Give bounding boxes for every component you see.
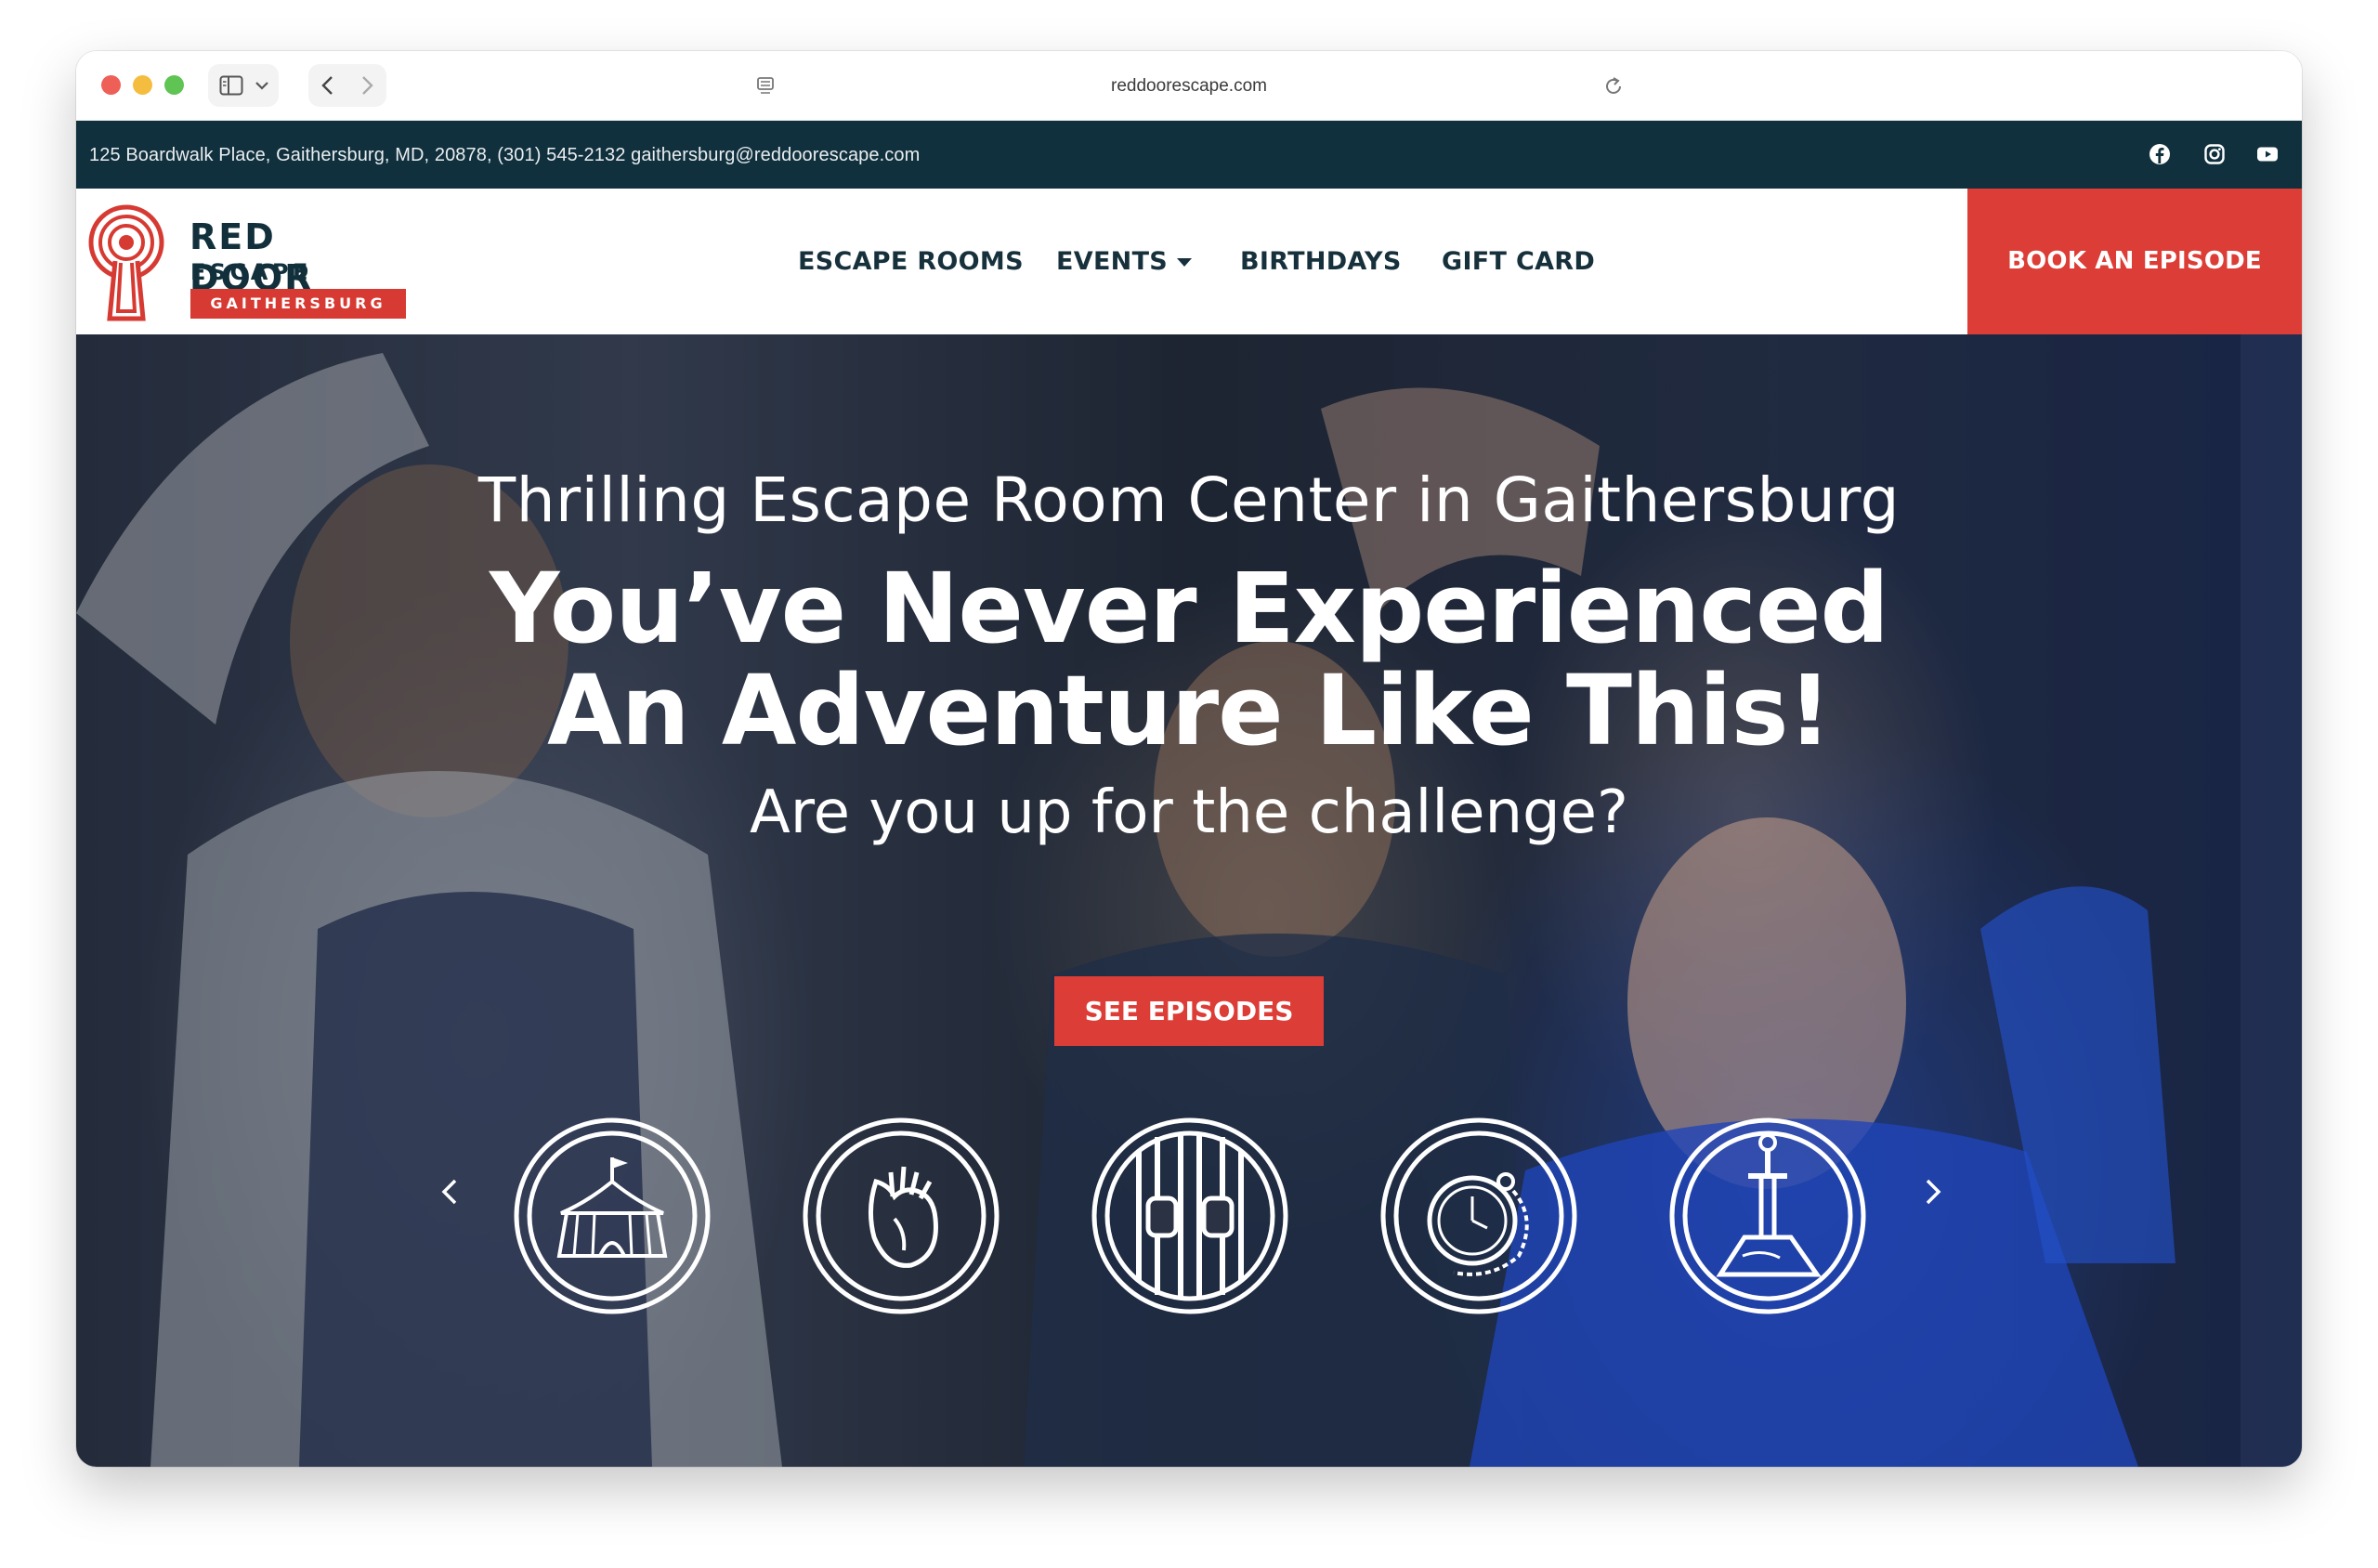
nav-events[interactable]: EVENTS: [1056, 247, 1193, 276]
youtube-icon[interactable]: [2256, 143, 2279, 165]
browser-window: reddoorescape.com 125 Boardwalk Place, G…: [76, 51, 2302, 1467]
sword-in-stone-icon[interactable]: [1668, 1117, 1867, 1315]
hero-kicker: Thrilling Escape Room Center in Gaithers…: [477, 464, 1901, 536]
hero-subline: Are you up for the challenge?: [749, 778, 1629, 847]
logo-location-badge: GAITHERSBURG: [190, 289, 406, 319]
minimize-window-button[interactable]: [133, 75, 152, 95]
chevron-down-icon: [255, 82, 268, 90]
nav-events-label: EVENTS: [1056, 247, 1169, 276]
sidebar-toggle-button[interactable]: [208, 64, 279, 107]
anatomical-heart-icon[interactable]: [802, 1117, 1000, 1315]
hero-headline-line-1: You’ve Never Experienced: [490, 552, 1889, 665]
close-window-button[interactable]: [101, 75, 121, 95]
hero-headline: You’ve Never Experienced An Adventure Li…: [76, 557, 2302, 762]
hero-section: Thrilling Escape Room Center in Gaithers…: [76, 334, 2302, 1467]
instagram-icon[interactable]: [2203, 143, 2226, 165]
zoom-window-button[interactable]: [164, 75, 184, 95]
screen: reddoorescape.com 125 Boardwalk Place, G…: [0, 0, 2378, 1568]
url-text: reddoorescape.com: [1111, 76, 1267, 96]
pocket-watch-icon[interactable]: [1379, 1117, 1578, 1315]
carousel-next-arrow-icon[interactable]: [1914, 1173, 1951, 1210]
reload-icon[interactable]: [1603, 75, 1624, 98]
carousel-prev-arrow-icon[interactable]: [432, 1173, 469, 1210]
keyhole-door-logo-icon: [88, 204, 164, 321]
contact-info: 125 Boardwalk Place, Gaithersburg, MD, 2…: [89, 145, 921, 165]
forward-arrow-icon[interactable]: [359, 74, 375, 97]
back-arrow-icon[interactable]: [320, 74, 336, 97]
hero-headline-line-2: An Adventure Like This!: [547, 654, 1832, 767]
nav-gift-card[interactable]: GIFT CARD: [1442, 247, 1595, 276]
nav-birthdays[interactable]: BIRTHDAYS: [1240, 247, 1402, 276]
browser-toolbar: reddoorescape.com: [76, 51, 2302, 121]
site-logo[interactable]: RED DOOR ESCAPE ROOM GAITHERSBURG: [87, 202, 406, 322]
sidebar-icon: [219, 75, 243, 96]
top-info-bar: 125 Boardwalk Place, Gaithersburg, MD, 2…: [76, 121, 2302, 189]
prison-bars-icon[interactable]: [1091, 1117, 1289, 1315]
see-episodes-button[interactable]: SEE EPISODES: [1054, 976, 1324, 1046]
book-an-episode-button[interactable]: BOOK AN EPISODE: [1967, 189, 2302, 334]
caret-down-icon: [1177, 258, 1193, 267]
facebook-icon[interactable]: [2149, 143, 2171, 165]
nav-escape-rooms[interactable]: ESCAPE ROOMS: [798, 247, 1024, 276]
address-bar[interactable]: reddoorescape.com: [734, 65, 1644, 108]
history-navigation: [308, 64, 386, 107]
hero-content: Thrilling Escape Room Center in Gaithers…: [76, 334, 2302, 1467]
circus-tent-icon[interactable]: [513, 1117, 712, 1315]
site-header: RED DOOR ESCAPE ROOM GAITHERSBURG ESCAPE…: [76, 189, 2302, 334]
